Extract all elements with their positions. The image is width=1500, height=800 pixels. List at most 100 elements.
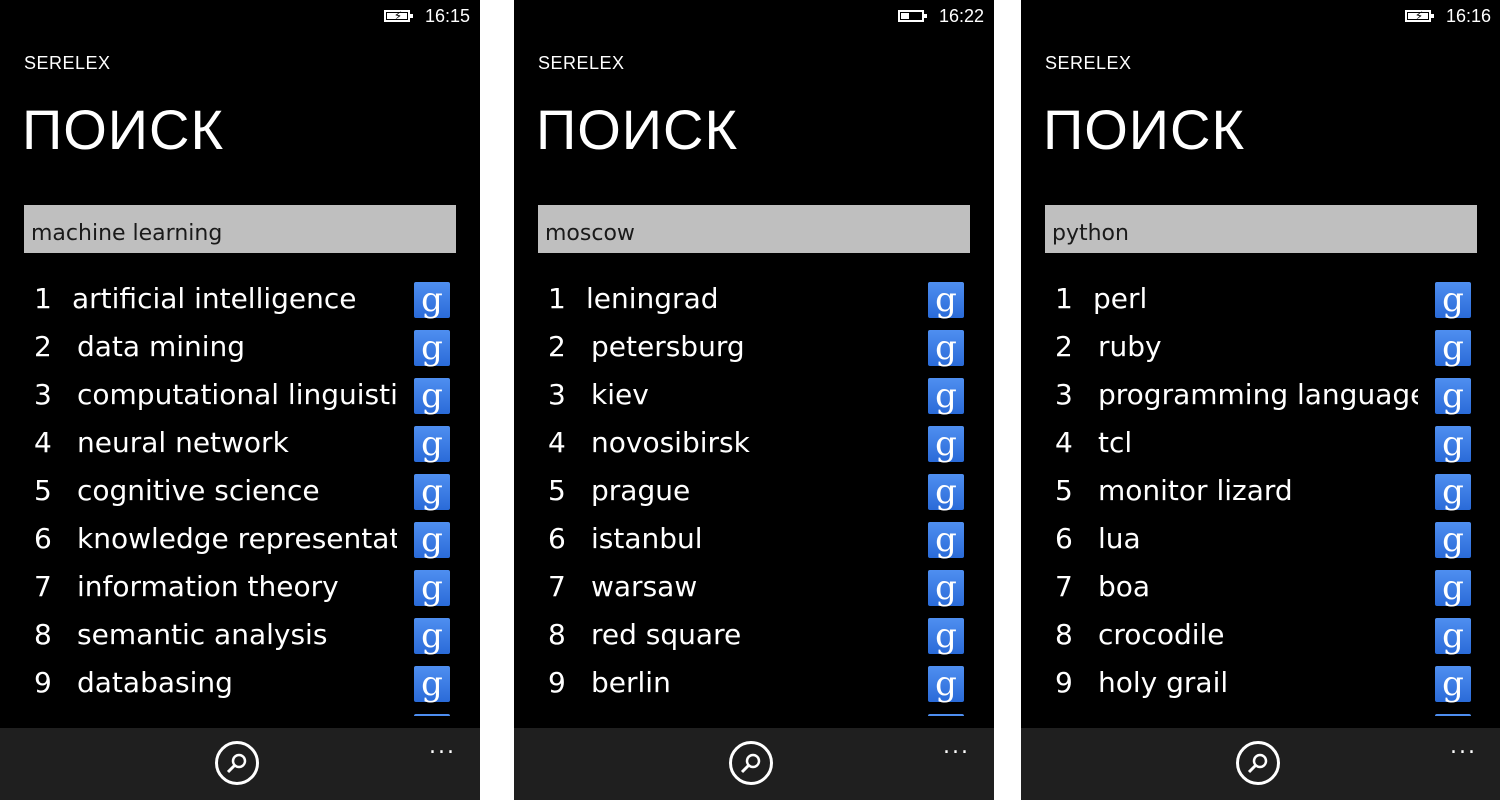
result-number: 3 [1055, 378, 1073, 411]
result-label: red square [591, 618, 742, 651]
google-search-icon[interactable]: g [928, 474, 964, 510]
result-row[interactable]: 2 ruby g [1021, 326, 1500, 374]
result-label: programming language [1098, 378, 1418, 411]
google-search-icon[interactable]: g [928, 618, 964, 654]
search-icon [1247, 753, 1268, 774]
google-search-icon[interactable]: g [414, 522, 450, 558]
google-search-icon[interactable]: g [1435, 522, 1471, 558]
google-search-icon[interactable]: g [1435, 474, 1471, 510]
clock: 16:22 [938, 6, 984, 26]
result-row[interactable]: 3 kiev g [514, 374, 994, 422]
result-row[interactable]: 2 data mining g [0, 326, 480, 374]
result-row[interactable]: 5 monitor lizard g [1021, 470, 1500, 518]
result-row[interactable]: 9 holy grail g [1021, 662, 1500, 710]
result-label: semantic analysis [77, 618, 328, 651]
result-row[interactable]: 8 red square g [514, 614, 994, 662]
result-label: crocodile [1098, 618, 1225, 651]
result-number: 8 [548, 618, 566, 651]
result-row[interactable]: 4 neural network g [0, 422, 480, 470]
result-row[interactable]: 8 crocodile g [1021, 614, 1500, 662]
result-row[interactable]: 1 artificial intelligence g [0, 278, 480, 326]
result-label: information theory [77, 570, 339, 603]
search-input[interactable] [1045, 205, 1477, 253]
result-label: warsaw [591, 570, 698, 603]
google-search-icon[interactable]: g [1435, 426, 1471, 462]
more-options-button[interactable]: ... [1450, 734, 1477, 759]
app-name: SERELEX [1045, 53, 1132, 73]
battery-icon: ⚡ [1405, 9, 1434, 23]
result-row[interactable]: 1 leningrad g [514, 278, 994, 326]
google-search-icon[interactable]: g [928, 666, 964, 702]
result-row[interactable]: 5 prague g [514, 470, 994, 518]
battery-icon [898, 10, 927, 22]
google-search-icon[interactable]: g [928, 282, 964, 318]
result-number: 5 [548, 474, 566, 507]
app-bar: ... [0, 728, 480, 800]
result-row[interactable]: 4 novosibirsk g [514, 422, 994, 470]
status-bar: ⚡ 16:15 [0, 0, 480, 32]
result-row[interactable]: 8 semantic analysis g [0, 614, 480, 662]
google-search-icon[interactable]: g [928, 426, 964, 462]
more-options-button[interactable]: ... [429, 734, 456, 759]
result-label: computational linguistic [77, 378, 397, 411]
result-row[interactable]: 3 computational linguistic g [0, 374, 480, 422]
result-row[interactable]: 1 perl g [1021, 278, 1500, 326]
app-name: SERELEX [24, 53, 111, 73]
result-number: 6 [548, 522, 566, 555]
result-label: cognitive science [77, 474, 320, 507]
google-search-icon[interactable]: g [414, 426, 450, 462]
google-search-icon[interactable]: g [414, 570, 450, 606]
result-row[interactable]: 7 information theory g [0, 566, 480, 614]
result-label: databasing [77, 666, 233, 699]
result-label: perl [1093, 282, 1148, 315]
search-input[interactable] [538, 205, 970, 253]
search-input[interactable] [24, 205, 456, 253]
google-search-icon[interactable]: g [928, 570, 964, 606]
result-row[interactable]: 7 boa g [1021, 566, 1500, 614]
google-search-icon[interactable]: g [928, 378, 964, 414]
result-row[interactable]: 5 cognitive science g [0, 470, 480, 518]
search-button[interactable] [1236, 741, 1280, 785]
result-row[interactable]: 6 lua g [1021, 518, 1500, 566]
google-search-icon[interactable]: g [1435, 378, 1471, 414]
result-row[interactable]: 7 warsaw g [514, 566, 994, 614]
google-search-icon[interactable]: g [1435, 330, 1471, 366]
result-label: ruby [1098, 330, 1162, 363]
google-search-icon[interactable]: g [414, 330, 450, 366]
google-search-icon[interactable]: g [414, 618, 450, 654]
page-title: ПОИСК [1043, 98, 1246, 161]
result-number: 5 [34, 474, 52, 507]
google-search-icon [414, 714, 450, 716]
google-search-icon[interactable]: g [414, 378, 450, 414]
google-search-icon[interactable]: g [414, 666, 450, 702]
google-search-icon[interactable]: g [1435, 282, 1471, 318]
result-row[interactable]: 4 tcl g [1021, 422, 1500, 470]
result-row[interactable]: 6 istanbul g [514, 518, 994, 566]
result-row[interactable]: 9 berlin g [514, 662, 994, 710]
result-row[interactable]: 6 knowledge representati g [0, 518, 480, 566]
result-row[interactable]: 2 petersburg g [514, 326, 994, 374]
google-search-icon[interactable]: g [928, 330, 964, 366]
result-row[interactable]: 9 databasing g [0, 662, 480, 710]
search-button[interactable] [729, 741, 773, 785]
result-label: istanbul [591, 522, 703, 555]
google-search-icon[interactable]: g [1435, 570, 1471, 606]
result-number: 9 [1055, 666, 1073, 699]
google-search-icon [1435, 714, 1471, 716]
more-options-button[interactable]: ... [943, 734, 970, 759]
search-button[interactable] [215, 741, 259, 785]
result-number: 6 [34, 522, 52, 555]
google-search-icon[interactable]: g [1435, 618, 1471, 654]
result-label: prague [591, 474, 691, 507]
phone-screen-1: ⚡ 16:15 SERELEX ПОИСК 1 artificial intell… [0, 0, 480, 800]
google-search-icon[interactable]: g [928, 522, 964, 558]
result-row[interactable]: 3 programming language g [1021, 374, 1500, 422]
google-search-icon[interactable]: g [414, 282, 450, 318]
google-search-icon[interactable]: g [1435, 666, 1471, 702]
result-number: 1 [1055, 282, 1073, 315]
result-number: 3 [548, 378, 566, 411]
results-list: 1 artificial intelligence g 2 data mining g … [0, 278, 480, 716]
google-search-icon[interactable]: g [414, 474, 450, 510]
result-label: boa [1098, 570, 1151, 603]
app-name: SERELEX [538, 53, 625, 73]
